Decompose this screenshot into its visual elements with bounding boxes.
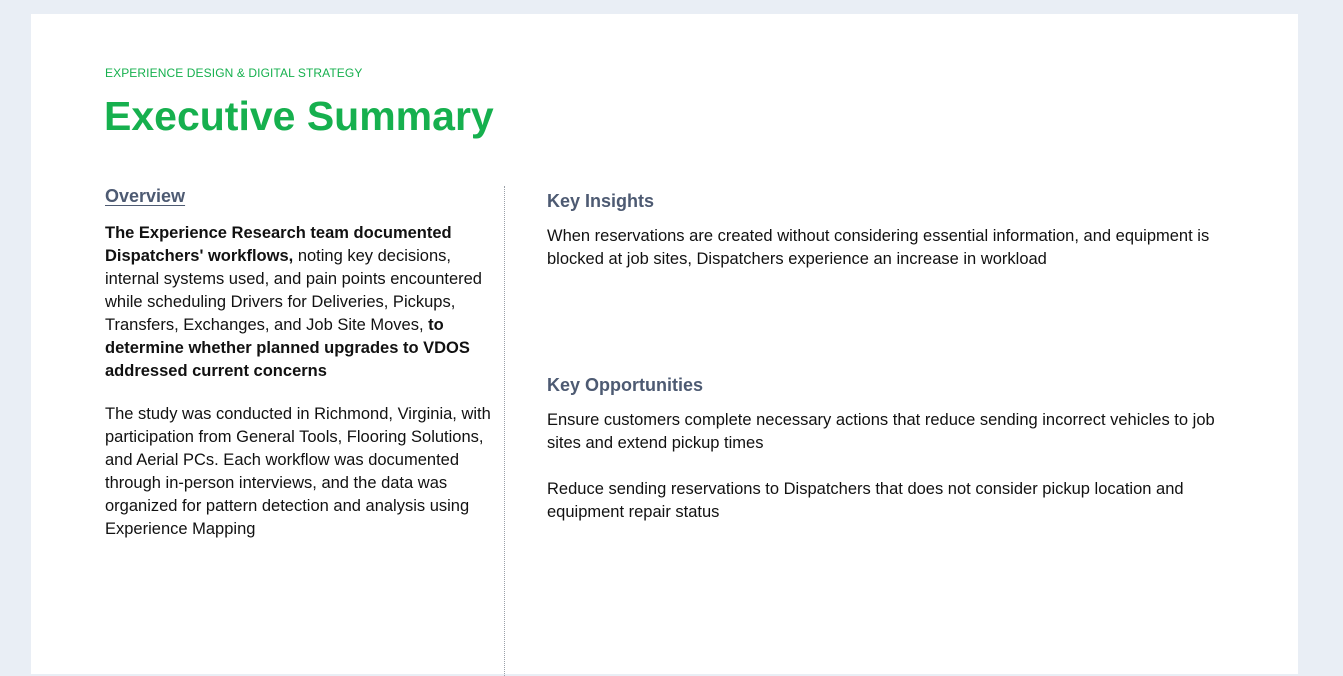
document-page: EXPERIENCE DESIGN & DIGITAL STRATEGY Exe… — [31, 14, 1298, 676]
overview-paragraph-2: The study was conducted in Richmond, Vir… — [105, 405, 491, 538]
key-insights-heading: Key Insights — [547, 191, 655, 211]
opportunity-item-2: Reduce sending reservations to Dispatche… — [547, 480, 1184, 521]
key-insights-section: Key Insights When reservations are creat… — [547, 189, 1227, 271]
key-insights-text: When reservations are created without co… — [547, 227, 1210, 268]
overview-section: Overview The Experience Research team do… — [105, 184, 495, 541]
key-opportunities-heading: Key Opportunities — [547, 375, 704, 395]
page-title: Executive Summary — [104, 93, 494, 139]
opportunity-item-1: Ensure customers complete necessary acti… — [547, 411, 1215, 452]
key-opportunities-section: Key Opportunities Ensure customers compl… — [547, 373, 1227, 524]
overview-paragraph-1: The Experience Research team documented … — [105, 222, 495, 383]
column-divider — [504, 186, 505, 676]
overview-heading: Overview — [105, 186, 186, 206]
section-eyebrow: EXPERIENCE DESIGN & DIGITAL STRATEGY — [105, 66, 363, 80]
